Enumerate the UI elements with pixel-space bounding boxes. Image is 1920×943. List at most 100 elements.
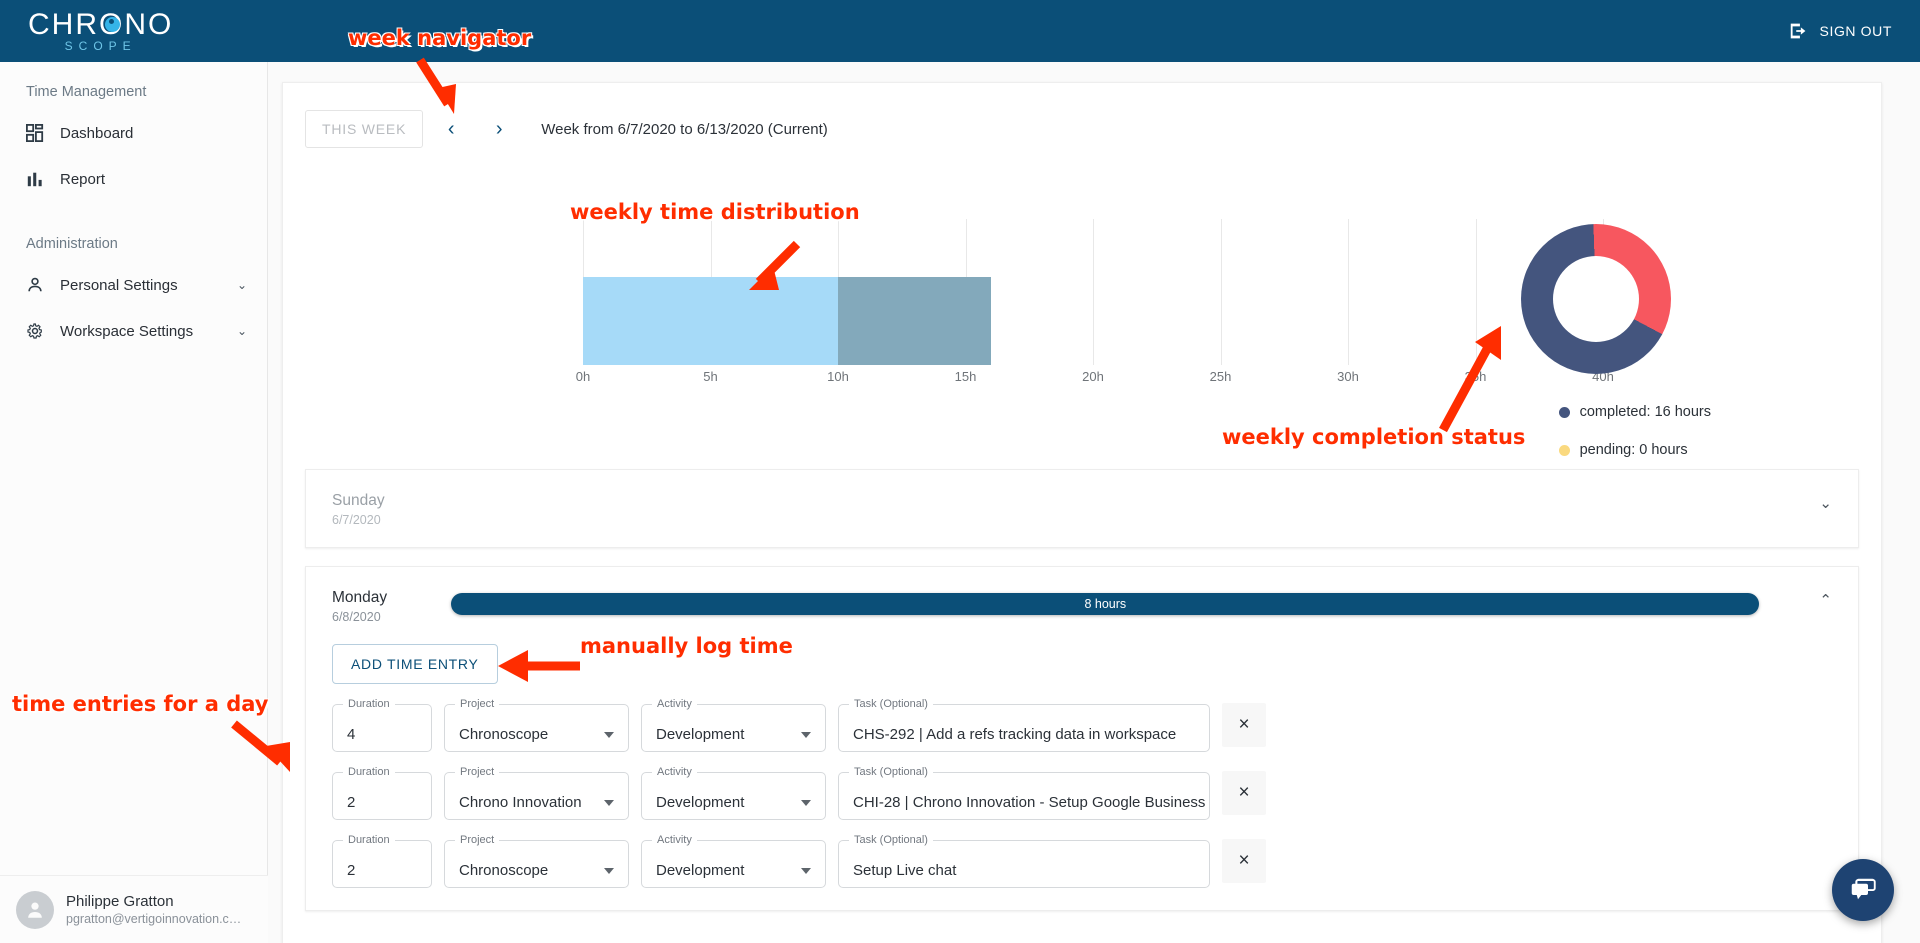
task-field-label: Task (Optional) [854, 766, 928, 778]
sidebar-item-dashboard[interactable]: Dashboard [0, 110, 267, 156]
day-name: Sunday [332, 492, 385, 509]
project-select-label: Project [460, 766, 495, 778]
x-axis-tick-label: 0h [575, 369, 591, 384]
task-field-label: Task (Optional) [854, 698, 928, 710]
x-axis-tick-label: 30h [1337, 369, 1359, 384]
legend-color-swatch [1558, 444, 1570, 456]
gear-icon [26, 322, 52, 340]
duration-field[interactable]: Duration 4 [332, 698, 432, 752]
project-select[interactable]: Project Chronoscope [444, 834, 629, 888]
logo-dot-icon [104, 17, 120, 32]
dashboard-card: THIS WEEK ‹ › Week from 6/7/2020 to 6/13… [282, 82, 1882, 943]
sign-out-label: SIGN OUT [1819, 23, 1892, 39]
task-field-label: Task (Optional) [854, 834, 928, 846]
x-axis-tick-label: 20h [1082, 369, 1104, 384]
chevron-down-icon[interactable] [604, 800, 614, 806]
remove-entry-button[interactable]: × [1222, 703, 1266, 747]
chevron-down-icon[interactable] [801, 732, 811, 738]
day-panel: Sunday 6/7/2020 ⌄ [305, 469, 1859, 548]
this-week-button[interactable]: THIS WEEK [305, 110, 424, 148]
app-logo[interactable]: CHRONO SCOPE [28, 8, 173, 54]
chevron-down-icon[interactable] [801, 800, 811, 806]
remove-entry-button[interactable]: × [1222, 771, 1266, 815]
legend-item: pending: 0 hours [1558, 442, 1711, 458]
annotation-weekly-completion-status: weekly completion status [1222, 425, 1526, 449]
chevron-up-icon[interactable]: ⌃ [1819, 587, 1832, 609]
x-axis-tick-label: 5h [703, 369, 718, 384]
duration-field[interactable]: Duration 2 [332, 834, 432, 888]
task-field-value: CHS-292 | Add a refs tracking data in wo… [853, 726, 1177, 743]
activity-select[interactable]: Activity Development [641, 766, 826, 820]
sidebar-item-label: Dashboard [60, 124, 134, 142]
day-name: Monday [332, 589, 388, 606]
main-content: THIS WEEK ‹ › Week from 6/7/2020 to 6/13… [268, 62, 1920, 943]
user-profile[interactable]: Philippe Gratton pgratton@vertigoinnovat… [0, 875, 268, 943]
day-progress-bar: 8 hours [451, 593, 1760, 615]
legend-label: completed: 16 hours [1579, 404, 1711, 420]
day-date: 6/7/2020 [332, 513, 381, 527]
sidebar-item-personal-settings[interactable]: Personal Settings ⌄ [0, 262, 267, 308]
project-select[interactable]: Project Chrono Innovation [444, 766, 629, 820]
annotation-arrow-completion-status [1439, 326, 1501, 433]
add-time-entry-button[interactable]: ADD TIME ENTRY [332, 644, 498, 684]
remove-entry-button[interactable]: × [1222, 839, 1266, 883]
bar-segment[interactable] [838, 277, 991, 365]
chat-bubble-button[interactable] [1832, 859, 1894, 921]
activity-select[interactable]: Activity Development [641, 834, 826, 888]
avatar [16, 890, 54, 929]
duration-field-label: Duration [348, 766, 390, 778]
profile-name: Philippe Gratton [66, 892, 174, 910]
legend-label: pending: 0 hours [1579, 442, 1688, 458]
annotation-arrow-log-time [498, 650, 580, 682]
project-select[interactable]: Project Chronoscope [444, 698, 629, 752]
sidebar: Time Management Dashboard Report Adminis… [0, 62, 268, 943]
dashboard-icon [26, 124, 52, 142]
activity-select[interactable]: Activity Development [641, 698, 826, 752]
chevron-down-icon[interactable] [801, 868, 811, 874]
legend-item: completed: 16 hours [1558, 404, 1711, 420]
duration-field-label: Duration [348, 834, 390, 846]
chevron-down-icon[interactable]: ⌄ [1819, 490, 1832, 512]
top-bar: CHRONO SCOPE SIGN OUT [0, 0, 1920, 62]
sidebar-item-report[interactable]: Report [0, 156, 267, 202]
activity-select-label: Activity [657, 698, 692, 710]
logo-subtitle: SCOPE [64, 39, 137, 53]
chevron-down-icon: ⌄ [236, 324, 247, 338]
chevron-down-icon[interactable] [604, 868, 614, 874]
app-root: CHRONO SCOPE SIGN OUT Time Management [0, 0, 1920, 943]
day-header[interactable]: Sunday 6/7/2020 ⌄ [306, 470, 1858, 547]
chevron-down-icon[interactable] [604, 732, 614, 738]
logout-icon [1790, 23, 1805, 39]
gridline [1093, 219, 1094, 365]
duration-field-label: Duration [348, 698, 390, 710]
activity-select-label: Activity [657, 766, 692, 778]
sign-out-button[interactable]: SIGN OUT [1788, 20, 1892, 42]
bar-chart-icon [26, 170, 52, 188]
activity-select-value: Development [656, 794, 745, 811]
week-range-label: Week from 6/7/2020 to 6/13/2020 (Current… [541, 120, 828, 138]
project-select-value: Chrono Innovation [459, 794, 582, 811]
annotation-week-navigator: week navigator [348, 26, 532, 50]
logo-text-before: CHR [28, 8, 99, 41]
task-field[interactable]: Task (Optional) CHS-292 | Add a refs trac… [838, 698, 1210, 752]
gridline [1220, 219, 1222, 365]
day-date: 6/8/2020 [332, 610, 381, 624]
day-panel: Monday 6/8/2020 8 hours ⌃ ADD TIME ENTRY Dur… [305, 566, 1859, 911]
donut-ring [1521, 224, 1671, 374]
week-navigator: THIS WEEK ‹ › Week from 6/7/2020 to 6/13… [283, 83, 1881, 149]
task-field-value: CHI-28 | Chrono Innovation - Setup Googl… [853, 794, 1206, 811]
task-field[interactable]: Task (Optional) Setup Live chat [838, 834, 1210, 888]
task-field[interactable]: Task (Optional) CHI-28 | Chrono Innovatio… [838, 766, 1210, 820]
project-select-value: Chronoscope [459, 726, 549, 743]
time-entry-row: Duration 4 Project Chronoscope Activity Devel… [332, 698, 1832, 752]
donut-hole [1553, 256, 1639, 342]
sidebar-section-time-management: Time Management [26, 84, 147, 100]
duration-field[interactable]: Duration 2 [332, 766, 432, 820]
day-header[interactable]: Monday 6/8/2020 8 hours ⌃ [306, 567, 1858, 644]
x-axis-tick-label: 25h [1209, 369, 1232, 384]
sidebar-item-workspace-settings[interactable]: Workspace Settings ⌄ [0, 308, 267, 354]
legend-color-swatch [1558, 406, 1570, 418]
duration-field-value: 2 [347, 794, 356, 811]
annotation-arrow-time-entries [231, 720, 290, 772]
annotation-weekly-time-distribution: weekly time distribution [570, 200, 860, 224]
